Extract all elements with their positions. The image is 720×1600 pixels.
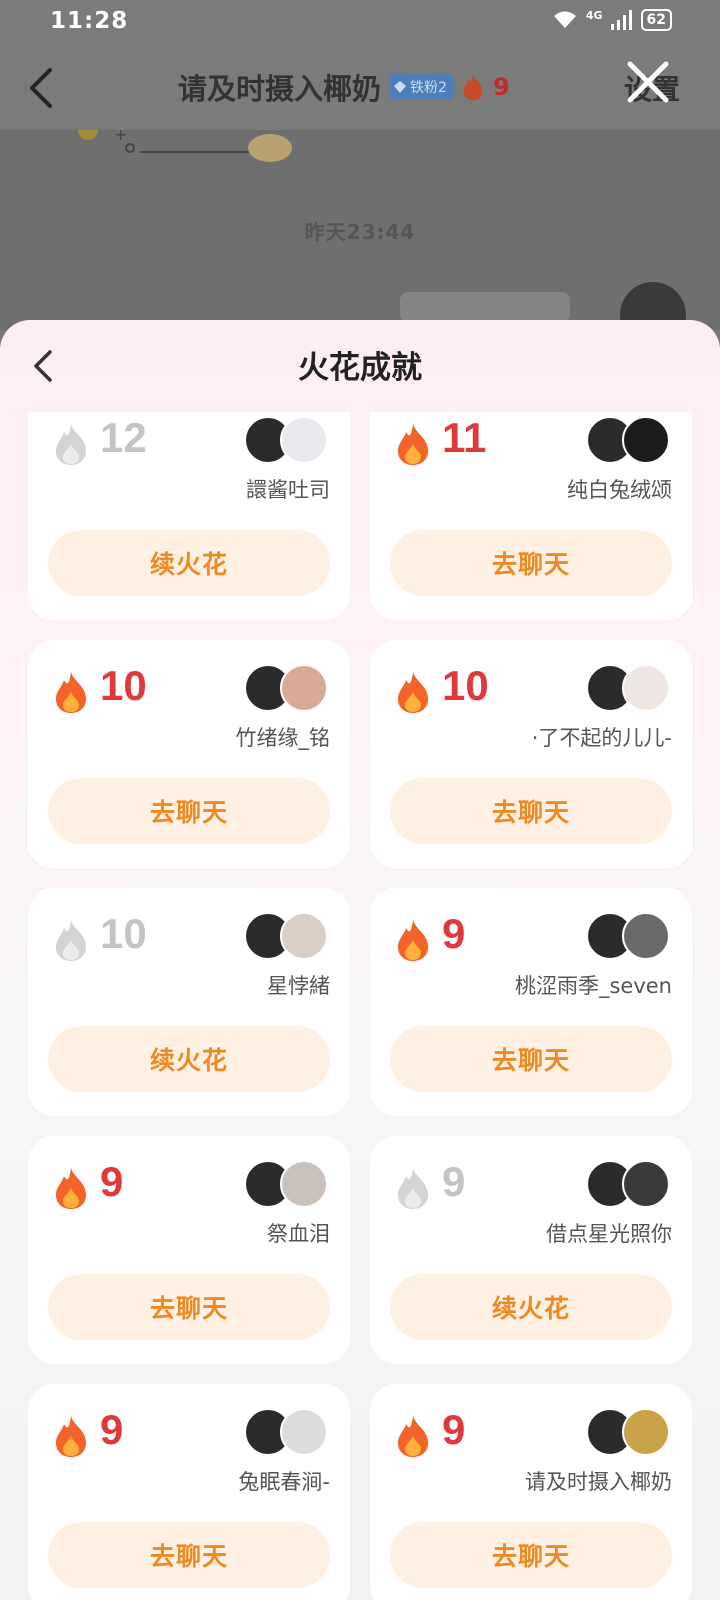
flame-icon <box>56 920 86 961</box>
flame-icon <box>56 424 86 465</box>
avatar-pair[interactable] <box>244 416 330 466</box>
friend-name: 祭血泪 <box>267 1222 330 1246</box>
continue-spark-button[interactable]: 续火花 <box>48 1026 330 1092</box>
friend-card-9: 9 兔眠春涧- 去聊天 <box>28 1384 350 1600</box>
chat-area: + 昨天23:44 <box>0 130 720 348</box>
avatar-pair[interactable] <box>586 664 672 714</box>
status-bar: 11:28 4G 62 <box>0 0 720 44</box>
chat-timestamp: 昨天23:44 <box>304 220 416 244</box>
network-type: 4G <box>585 8 603 22</box>
avatar <box>280 1408 328 1456</box>
avatar <box>280 1160 328 1208</box>
avatar-pair[interactable] <box>586 416 672 466</box>
friend-name: 桃涩雨季_seven <box>514 974 672 998</box>
message-bubble[interactable] <box>400 292 570 322</box>
go-chat-button[interactable]: 去聊天 <box>390 1026 672 1092</box>
spark-score: 10 <box>442 662 489 709</box>
friend-name: 竹绪缘_铭 <box>235 726 331 750</box>
friend-card-2: 11 纯白兔绒颂 去聊天 <box>370 412 692 620</box>
spark-score: 9 <box>100 1158 124 1205</box>
status-time: 11:28 <box>50 8 129 34</box>
diamond-icon <box>394 81 407 93</box>
friend-grid: 12 譞酱吐司 续火花 11 纯白兔绒颂 去聊天 10 竹绪缘_铭 去聊天 10… <box>28 412 692 1600</box>
friend-name: 兔眠春涧- <box>238 1470 330 1494</box>
friend-card-3: 10 竹绪缘_铭 去聊天 <box>28 640 350 868</box>
avatar <box>622 664 670 712</box>
avatar-pair[interactable] <box>586 1160 672 1210</box>
flame-icon <box>56 1168 86 1209</box>
flame-icon <box>398 672 428 713</box>
go-chat-button[interactable]: 去聊天 <box>48 1522 330 1588</box>
flame-icon <box>56 672 86 713</box>
wifi-icon <box>553 11 576 28</box>
flame-icon <box>398 424 428 465</box>
spark-score: 9 <box>100 1406 124 1453</box>
avatar <box>622 912 670 960</box>
spark-score: 9 <box>442 1158 466 1205</box>
friend-card-1: 12 譞酱吐司 续火花 <box>28 412 350 620</box>
svg-text:+: + <box>114 130 127 144</box>
friend-card-4: 10 ·了不起的儿儿- 去聊天 <box>370 640 692 868</box>
flame-icon <box>463 74 483 101</box>
friend-card-8: 9 借点星光照你 续火花 <box>370 1136 692 1364</box>
close-icon[interactable] <box>626 60 670 104</box>
go-chat-button[interactable]: 去聊天 <box>48 1274 330 1340</box>
flame-icon <box>398 920 428 961</box>
friend-card-5: 10 星悖緒 续火花 <box>28 888 350 1116</box>
fan-badge: 铁粉2 <box>389 74 453 100</box>
flame-icon <box>56 1416 86 1457</box>
spark-score: 10 <box>100 662 147 709</box>
friend-name: ·了不起的儿儿- <box>531 726 672 750</box>
friend-name: 借点星光照你 <box>546 1222 672 1246</box>
avatar-pair[interactable] <box>586 1408 672 1458</box>
avatar-pair[interactable] <box>244 1408 330 1458</box>
avatar <box>280 664 328 712</box>
continue-spark-button[interactable]: 续火花 <box>390 1274 672 1340</box>
avatar <box>280 416 328 464</box>
spark-count: 9 <box>492 73 510 101</box>
chat-header: 请及时摄入椰奶 铁粉2 9 设置 <box>0 44 720 130</box>
sticker-image: + <box>78 130 292 162</box>
sheet-title: 火花成就 <box>298 350 422 386</box>
status-icons: 4G 62 <box>552 9 672 31</box>
flame-icon <box>398 1416 428 1457</box>
flame-icon <box>398 1168 428 1209</box>
spark-score: 12 <box>100 414 147 461</box>
back-icon[interactable] <box>26 66 56 110</box>
friend-name: 纯白兔绒颂 <box>567 478 672 502</box>
go-chat-button[interactable]: 去聊天 <box>390 1522 672 1588</box>
signal-icon <box>610 10 632 30</box>
avatar-pair[interactable] <box>244 664 330 714</box>
avatar-pair[interactable] <box>244 1160 330 1210</box>
spark-score: 11 <box>442 414 487 461</box>
avatar <box>280 912 328 960</box>
friend-name: 譞酱吐司 <box>246 478 330 502</box>
go-chat-button[interactable]: 去聊天 <box>390 530 672 596</box>
spark-score: 10 <box>100 910 147 957</box>
friend-name: 星悖緒 <box>267 974 330 998</box>
chat-title: 请及时摄入椰奶 <box>178 72 382 106</box>
friend-card-10: 9 请及时摄入椰奶 去聊天 <box>370 1384 692 1600</box>
go-chat-button[interactable]: 去聊天 <box>390 778 672 844</box>
friend-card-6: 9 桃涩雨季_seven 去聊天 <box>370 888 692 1116</box>
spark-achievements-sheet: 火花成就 12 譞酱吐司 续火花 11 纯白兔绒颂 去聊天 10 竹绪缘_铭 去… <box>0 320 720 1600</box>
spark-score: 9 <box>442 1406 466 1453</box>
friend-name: 请及时摄入椰奶 <box>525 1470 672 1494</box>
avatar <box>622 416 670 464</box>
go-chat-button[interactable]: 去聊天 <box>48 778 330 844</box>
chat-title-group: 请及时摄入椰奶 铁粉2 9 <box>178 66 510 108</box>
avatar <box>622 1160 670 1208</box>
avatar-pair[interactable] <box>586 912 672 962</box>
continue-spark-button[interactable]: 续火花 <box>48 530 330 596</box>
spark-score: 9 <box>442 910 466 957</box>
avatar <box>622 1408 670 1456</box>
sheet-header: 火花成就 <box>0 320 720 412</box>
friend-card-7: 9 祭血泪 去聊天 <box>28 1136 350 1364</box>
avatar-pair[interactable] <box>244 912 330 962</box>
fan-badge-label: 铁粉2 <box>410 80 447 96</box>
battery-indicator: 62 <box>640 9 672 31</box>
